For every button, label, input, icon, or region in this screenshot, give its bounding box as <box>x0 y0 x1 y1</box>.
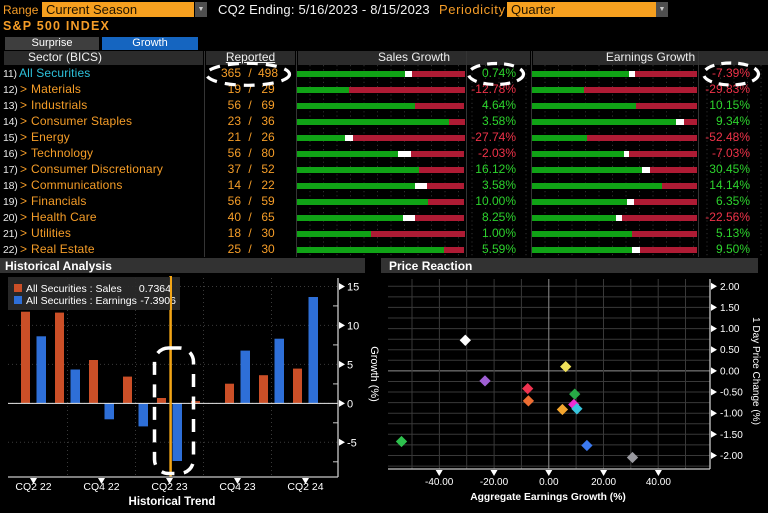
svg-text:-1.50: -1.50 <box>720 430 743 441</box>
svg-text:-0.50: -0.50 <box>720 388 743 399</box>
svg-text:2.00: 2.00 <box>720 282 740 293</box>
svg-text:-20.00: -20.00 <box>480 477 509 488</box>
svg-text:Growth (%): Growth (%) <box>368 346 380 402</box>
svg-text:0.50: 0.50 <box>720 345 740 356</box>
svg-text:1.50: 1.50 <box>720 303 740 314</box>
svg-text:0.00: 0.00 <box>720 366 740 377</box>
svg-text:5: 5 <box>347 359 353 371</box>
svg-text:-40.00: -40.00 <box>425 477 454 488</box>
svg-text:40.00: 40.00 <box>646 477 671 488</box>
svg-text:15: 15 <box>347 282 359 294</box>
svg-text:CQ2 23: CQ2 23 <box>151 481 187 493</box>
svg-text:0: 0 <box>347 398 353 410</box>
svg-text:1.00: 1.00 <box>720 324 740 335</box>
svg-text:CQ2 22: CQ2 22 <box>15 481 51 493</box>
svg-text:20.00: 20.00 <box>591 477 616 488</box>
svg-text:Historical Trend: Historical Trend <box>129 496 216 508</box>
svg-text:-5: -5 <box>347 437 357 449</box>
svg-text:CQ4 23: CQ4 23 <box>219 481 255 493</box>
svg-text:-1.00: -1.00 <box>720 409 743 420</box>
svg-text:10: 10 <box>347 320 359 332</box>
svg-text:0.00: 0.00 <box>539 477 559 488</box>
svg-text:CQ2 24: CQ2 24 <box>287 481 323 493</box>
svg-text:Aggregate Earnings Growth (%): Aggregate Earnings Growth (%) <box>470 492 626 503</box>
svg-text:CQ4 22: CQ4 22 <box>83 481 119 493</box>
svg-text:1 Day Price Change (%): 1 Day Price Change (%) <box>750 317 761 425</box>
svg-text:-2.00: -2.00 <box>720 451 743 462</box>
